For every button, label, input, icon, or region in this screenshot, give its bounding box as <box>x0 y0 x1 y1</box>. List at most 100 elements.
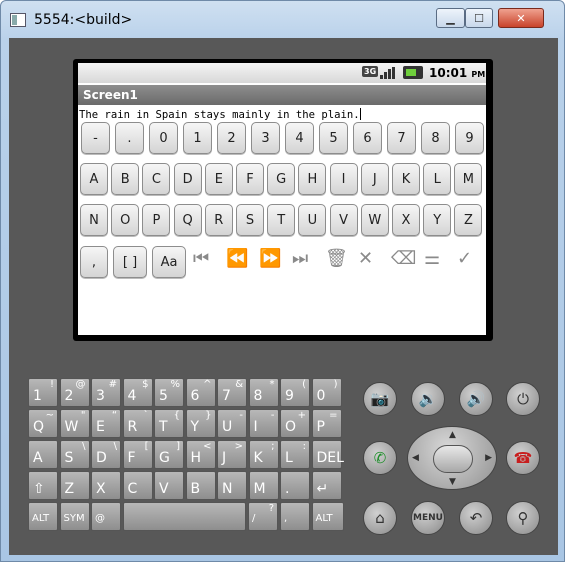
hw-key[interactable]: 5% <box>154 378 184 407</box>
dpad[interactable]: ▲ ▼ ◀ ▶ <box>407 426 497 490</box>
key-letter[interactable]: L <box>423 163 452 195</box>
key-letter[interactable]: U <box>298 204 327 236</box>
close-icon[interactable]: ✕ <box>358 248 373 270</box>
hw-key[interactable]: SYM <box>59 502 90 531</box>
hw-key[interactable]: H < <box>185 440 216 469</box>
space-key[interactable] <box>123 502 246 531</box>
hw-key[interactable]: O + <box>280 409 310 438</box>
camera-button[interactable]: 📷 <box>363 382 397 416</box>
key-7[interactable]: 5 <box>319 122 348 154</box>
hw-key[interactable]: /? <box>248 502 278 531</box>
fast-forward-icon[interactable]: ⏩ <box>259 248 281 270</box>
key-letter[interactable]: N <box>80 204 108 236</box>
key-letter[interactable]: J <box>360 163 389 195</box>
key-letter[interactable]: A <box>80 163 108 195</box>
key-3[interactable]: 1 <box>183 122 212 154</box>
hw-key[interactable]: C <box>122 471 153 500</box>
device-screen[interactable]: 3G 10:01 PM Screen1 The rain in Spain st… <box>78 63 486 335</box>
volume-down-button[interactable]: 🔉 <box>411 382 445 416</box>
hw-key[interactable]: 3 # <box>91 378 121 407</box>
key-letter[interactable]: M <box>454 163 483 195</box>
hw-key[interactable]: S \ <box>59 440 90 469</box>
backspace-icon[interactable]: ⌫ <box>391 248 416 270</box>
key-8[interactable]: 6 <box>353 122 382 154</box>
hw-key[interactable]: U- <box>217 409 247 438</box>
hw-key[interactable]: J > <box>217 440 247 469</box>
maximize-button[interactable]: ☐ <box>465 8 493 28</box>
key-4[interactable]: 2 <box>217 122 246 154</box>
key-special[interactable]: , <box>80 246 108 278</box>
hw-key[interactable]: ⇧ <box>28 471 58 500</box>
key-letter[interactable]: H <box>298 163 327 195</box>
key-1[interactable]: . <box>115 122 144 154</box>
hw-key[interactable]: A <box>28 440 58 469</box>
key-letter[interactable]: Y <box>423 204 452 236</box>
key-letter[interactable]: T <box>267 204 296 236</box>
hw-key[interactable]: 6 ^ <box>185 378 216 407</box>
volume-up-button[interactable]: 🔊 <box>459 382 493 416</box>
key-special[interactable]: [ ] <box>113 246 147 278</box>
hw-key[interactable]: ↵ <box>311 471 342 500</box>
hw-key[interactable]: R ` <box>122 409 153 438</box>
rewind-icon[interactable]: ⏪ <box>226 248 248 270</box>
key-letter[interactable]: V <box>329 204 358 236</box>
hw-key[interactable]: X <box>91 471 121 500</box>
hw-key[interactable]: D \ <box>91 440 121 469</box>
settings-sliders-icon[interactable]: ⚌ <box>424 248 440 270</box>
key-11[interactable]: 9 <box>455 122 484 154</box>
hw-key[interactable]: F[ <box>122 440 153 469</box>
key-letter[interactable]: I <box>329 163 358 195</box>
hw-key[interactable]: Z <box>59 471 90 500</box>
checkmark-icon[interactable]: ✓ <box>457 248 472 270</box>
hw-key[interactable]: 8 * <box>248 378 279 407</box>
hw-key[interactable]: 4 $ <box>122 378 153 407</box>
title-bar[interactable]: 5554:<build> ▁ ☐ ✕ <box>1 1 565 37</box>
skip-to-end-icon[interactable]: ⏭ <box>292 248 308 270</box>
key-6[interactable]: 4 <box>285 122 314 154</box>
key-letter[interactable]: E <box>204 163 233 195</box>
key-10[interactable]: 8 <box>421 122 450 154</box>
hw-key[interactable]: DEL <box>311 440 344 469</box>
hw-key[interactable]: I- <box>248 409 279 438</box>
menu-button[interactable]: MENU <box>411 501 445 535</box>
end-call-button[interactable]: ☎ <box>506 441 540 475</box>
key-letter[interactable]: Z <box>454 204 483 236</box>
hw-key[interactable]: 7 & <box>217 378 247 407</box>
hw-key[interactable]: Q ~ <box>28 409 58 438</box>
key-letter[interactable]: B <box>111 163 140 195</box>
hw-key[interactable]: 9( <box>280 378 310 407</box>
hw-key[interactable]: P = <box>311 409 342 438</box>
key-letter[interactable]: P <box>142 204 171 236</box>
key-letter[interactable]: R <box>204 204 233 236</box>
dpad-center-button[interactable] <box>433 445 473 473</box>
hw-key[interactable]: 0) <box>311 378 342 407</box>
minimize-button[interactable]: ▁ <box>436 8 465 28</box>
hw-key[interactable]: M <box>248 471 279 500</box>
key-letter[interactable]: C <box>142 163 171 195</box>
key-special[interactable]: Aa <box>152 246 186 278</box>
search-button[interactable]: ⚲ <box>506 501 540 535</box>
hw-key[interactable]: E “ <box>91 409 121 438</box>
trash-icon[interactable]: 🗑 <box>325 248 348 270</box>
back-button[interactable]: ↶ <box>459 501 493 535</box>
hw-key[interactable]: @ <box>91 502 121 531</box>
hw-key[interactable]: T{ <box>154 409 184 438</box>
key-letter[interactable]: O <box>111 204 140 236</box>
hw-key[interactable]: B <box>185 471 216 500</box>
hw-key[interactable]: N <box>217 471 247 500</box>
key-letter[interactable]: G <box>267 163 296 195</box>
hw-key[interactable]: ALT <box>28 502 58 531</box>
key-9[interactable]: 7 <box>387 122 416 154</box>
hw-key[interactable]: . <box>280 471 310 500</box>
hw-key[interactable]: Y} <box>185 409 216 438</box>
key-2[interactable]: 0 <box>149 122 178 154</box>
hw-key[interactable]: , <box>280 502 310 531</box>
key-0[interactable]: - <box>81 122 110 154</box>
hw-key[interactable]: ALT <box>311 502 344 531</box>
hw-key[interactable]: 2 @ <box>59 378 90 407</box>
key-letter[interactable]: X <box>392 204 420 236</box>
key-letter[interactable]: K <box>392 163 420 195</box>
call-button[interactable]: ✆ <box>363 441 397 475</box>
hw-key[interactable]: W " <box>59 409 90 438</box>
key-letter[interactable]: Q <box>173 204 202 236</box>
